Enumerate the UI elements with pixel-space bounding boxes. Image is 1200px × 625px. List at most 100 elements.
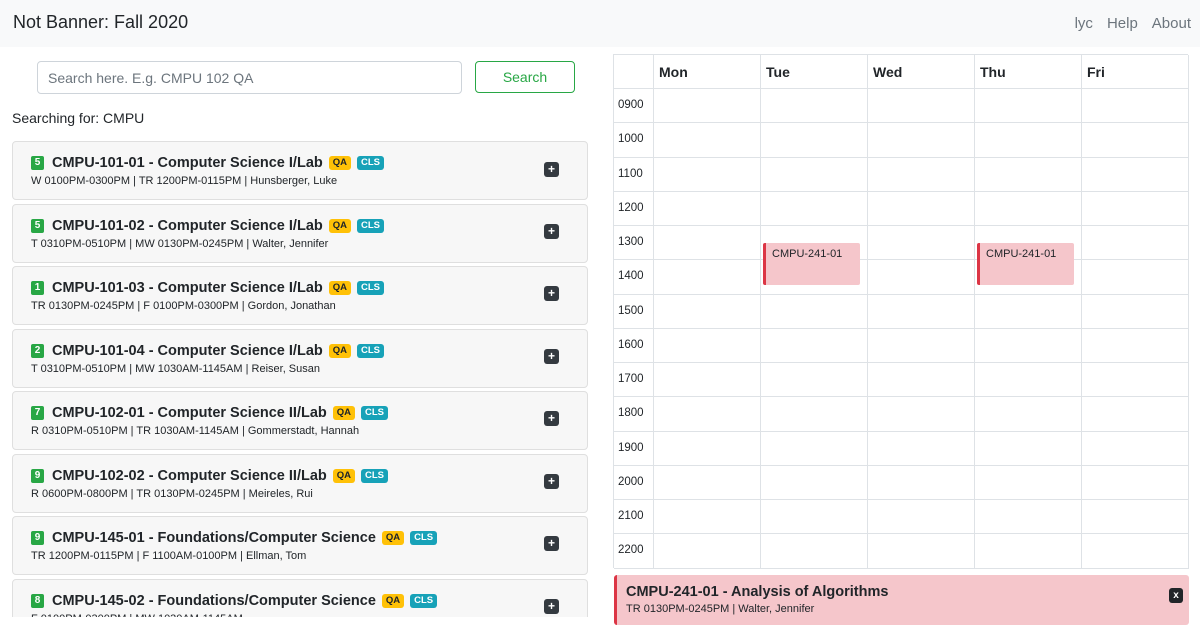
- calendar-slot[interactable]: [761, 397, 868, 432]
- calendar-slot[interactable]: [868, 431, 975, 466]
- calendar-slot[interactable]: [654, 328, 761, 363]
- calendar-slot[interactable]: [1082, 431, 1189, 466]
- calendar-slot[interactable]: [868, 534, 975, 569]
- remove-course-button[interactable]: x: [1169, 588, 1183, 603]
- calendar-slot[interactable]: [975, 534, 1082, 569]
- calendar-slot[interactable]: [1082, 397, 1189, 432]
- calendar-slot[interactable]: [654, 294, 761, 329]
- calendar-slot[interactable]: [761, 89, 868, 124]
- add-course-button[interactable]: +: [544, 223, 559, 239]
- course-card: 8 CMPU-145-02 - Foundations/Computer Scie…: [12, 578, 588, 617]
- add-course-button[interactable]: +: [544, 411, 559, 426]
- course-title: CMPU-101-02 - Computer Science I/Lab: [52, 217, 323, 234]
- add-course-button[interactable]: +: [544, 286, 559, 301]
- seats-badge: 8: [31, 593, 44, 608]
- day-header-wed: Wed: [868, 55, 975, 89]
- calendar-slot[interactable]: [761, 431, 868, 466]
- calendar-slot[interactable]: [975, 294, 1082, 329]
- course-header: 5 CMPU-101-01 - Computer Science I/Lab QA C…: [31, 154, 390, 172]
- calendar-slot[interactable]: [654, 431, 761, 466]
- nav-links: lyc Help About: [1075, 15, 1200, 32]
- seats-badge: 7: [31, 406, 44, 420]
- cls-tag: CLS: [410, 593, 438, 608]
- add-course-button[interactable]: +: [544, 536, 559, 551]
- calendar-slot[interactable]: [761, 191, 868, 226]
- time-label: 2200: [614, 534, 654, 569]
- calendar-slot[interactable]: [975, 123, 1082, 158]
- calendar-slot[interactable]: [654, 89, 761, 124]
- nav-link-about[interactable]: About: [1152, 15, 1191, 32]
- calendar-slot[interactable]: [868, 226, 975, 261]
- calendar-slot[interactable]: [654, 363, 761, 398]
- calendar-slot[interactable]: [868, 294, 975, 329]
- calendar-slot[interactable]: [761, 534, 868, 569]
- calendar-slot[interactable]: [1082, 363, 1189, 398]
- calendar-slot[interactable]: [975, 191, 1082, 226]
- calendar-slot[interactable]: [654, 465, 761, 500]
- add-course-button[interactable]: +: [544, 598, 559, 614]
- selected-course-title: CMPU-241-01 - Analysis of Algorithms: [626, 584, 889, 600]
- calendar-slot[interactable]: [654, 500, 761, 535]
- calendar-slot[interactable]: [1082, 226, 1189, 261]
- calendar-slot[interactable]: [761, 363, 868, 398]
- calendar-slot[interactable]: [761, 123, 868, 158]
- calendar-slot[interactable]: [761, 500, 868, 535]
- calendar-slot[interactable]: [868, 260, 975, 295]
- calendar-slot[interactable]: [975, 397, 1082, 432]
- calendar-event[interactable]: CMPU-241-01: [763, 243, 860, 285]
- calendar-slot[interactable]: [654, 397, 761, 432]
- nav-link-lyc[interactable]: lyc: [1075, 15, 1093, 32]
- calendar-slot[interactable]: [1082, 123, 1189, 158]
- calendar-slot[interactable]: [654, 534, 761, 569]
- add-course-button[interactable]: +: [544, 348, 559, 364]
- calendar-slot[interactable]: [975, 89, 1082, 124]
- calendar-slot[interactable]: [761, 328, 868, 363]
- calendar-slot[interactable]: [1082, 294, 1189, 329]
- calendar-slot[interactable]: [654, 123, 761, 158]
- calendar-event[interactable]: CMPU-241-01: [977, 243, 1074, 285]
- calendar-slot[interactable]: [1082, 260, 1189, 295]
- calendar-slot[interactable]: [654, 226, 761, 261]
- course-title: CMPU-145-02 - Foundations/Computer Scien…: [52, 592, 376, 609]
- calendar-slot[interactable]: [975, 363, 1082, 398]
- calendar-slot[interactable]: [1082, 157, 1189, 192]
- nav-link-help[interactable]: Help: [1107, 15, 1138, 32]
- calendar-slot[interactable]: [1082, 465, 1189, 500]
- calendar-slot[interactable]: [1082, 328, 1189, 363]
- calendar-slot[interactable]: [1082, 89, 1189, 124]
- calendar-slot[interactable]: [761, 465, 868, 500]
- calendar-slot[interactable]: [975, 157, 1082, 192]
- calendar-slot[interactable]: [1082, 500, 1189, 535]
- calendar-slot[interactable]: [975, 431, 1082, 466]
- calendar-slot[interactable]: [975, 465, 1082, 500]
- add-course-button[interactable]: +: [544, 162, 559, 177]
- calendar-slot[interactable]: [868, 89, 975, 124]
- calendar-slot[interactable]: [654, 191, 761, 226]
- add-course-button[interactable]: +: [544, 473, 559, 489]
- calendar-slot[interactable]: [868, 123, 975, 158]
- course-card: 1 CMPU-101-03 - Computer Science I/Lab QA C…: [12, 266, 588, 325]
- calendar-slot[interactable]: [975, 328, 1082, 363]
- search-input[interactable]: [37, 61, 462, 94]
- calendar-slot[interactable]: [761, 157, 868, 192]
- time-label: 1600: [614, 328, 654, 363]
- calendar-slot[interactable]: [868, 363, 975, 398]
- course-title: CMPU-101-04 - Computer Science I/Lab: [52, 342, 323, 359]
- calendar-slot[interactable]: [868, 328, 975, 363]
- calendar-slot[interactable]: [761, 294, 868, 329]
- calendar-slot[interactable]: [975, 500, 1082, 535]
- calendar-slot[interactable]: [868, 191, 975, 226]
- calendar-slot[interactable]: [654, 260, 761, 295]
- calendar-slot[interactable]: [654, 157, 761, 192]
- seats-badge: 9: [31, 468, 44, 483]
- calendar-slot[interactable]: [868, 157, 975, 192]
- seats-badge: 5: [31, 218, 44, 233]
- calendar-slot[interactable]: [868, 465, 975, 500]
- calendar-slot[interactable]: [868, 500, 975, 535]
- app-brand[interactable]: Not Banner: Fall 2020: [13, 12, 188, 33]
- calendar-slot[interactable]: [868, 397, 975, 432]
- calendar-slot[interactable]: [1082, 191, 1189, 226]
- search-button[interactable]: Search: [475, 61, 575, 93]
- calendar-slot[interactable]: [1082, 534, 1189, 569]
- course-list: 5 CMPU-101-01 - Computer Science I/Lab QA C…: [12, 141, 588, 617]
